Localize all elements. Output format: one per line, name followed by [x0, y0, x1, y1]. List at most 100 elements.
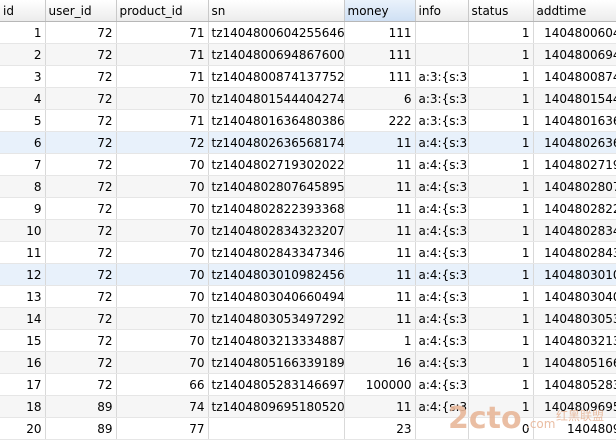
cell-product-id[interactable]: 70	[116, 263, 209, 286]
table-row[interactable]: 57271tz1404801636480386222a:3:{s:3:"1140…	[0, 109, 616, 132]
cell-user-id[interactable]: 72	[45, 65, 117, 88]
cell-addtime[interactable]: 1404805283	[533, 373, 616, 396]
cell-product-id[interactable]: 77	[116, 417, 209, 440]
column-header-addtime[interactable]: addtime	[533, 0, 616, 22]
table-row[interactable]: 77270tz140480271930202211a:4:{s:3:"11404…	[0, 153, 616, 176]
cell-status[interactable]: 1	[468, 65, 534, 88]
cell-user-id[interactable]: 72	[45, 87, 117, 110]
cell-addtime[interactable]: 1404809	[533, 417, 616, 440]
cell-info[interactable]: a:3:{s:3:"	[415, 109, 469, 132]
cell-status[interactable]: 1	[468, 21, 534, 44]
cell-product-id[interactable]: 66	[116, 373, 209, 396]
cell-sn[interactable]: tz1404801544404274	[208, 87, 345, 110]
cell-sn[interactable]	[208, 417, 345, 440]
cell-addtime[interactable]: 1404800694	[533, 43, 616, 66]
cell-sn[interactable]: tz1404803040660494	[208, 285, 345, 308]
table-row[interactable]: 147270tz140480305349729211a:4:{s:3:"1140…	[0, 307, 616, 330]
table-row[interactable]: 177266tz1404805283146697100000a:4:{s:3:"…	[0, 373, 616, 396]
cell-product-id[interactable]: 70	[116, 329, 209, 352]
cell-money[interactable]: 11	[344, 197, 416, 220]
table-row[interactable]: 87270tz140480280764589511a:4:{s:3:"11404…	[0, 175, 616, 198]
table-row[interactable]: 1 72 71 tz1404800604255646 111 1 1404800604	[0, 21, 616, 44]
cell-sn[interactable]: tz1404809695180520	[208, 395, 345, 418]
cell-user-id[interactable]: 72	[45, 109, 117, 132]
cell-user-id[interactable]: 72	[45, 285, 117, 308]
cell-user-id[interactable]: 72	[45, 175, 117, 198]
cell-info[interactable]: a:4:{s:3:"	[415, 329, 469, 352]
cell-user-id[interactable]: 72	[45, 153, 117, 176]
cell-addtime[interactable]: 1404803040	[533, 285, 616, 308]
cell-product-id[interactable]: 70	[116, 241, 209, 264]
cell-info[interactable]: a:4:{s:3:"	[415, 241, 469, 264]
cell-user-id[interactable]: 72	[45, 219, 117, 242]
cell-id[interactable]: 1	[0, 21, 46, 44]
cell-addtime[interactable]: 1404800874	[533, 65, 616, 88]
cell-id[interactable]: 13	[0, 285, 46, 308]
cell-addtime[interactable]: 1404803213	[533, 329, 616, 352]
cell-status[interactable]: 1	[468, 395, 534, 418]
table-row[interactable]: 37271tz1404800874137752111a:3:{s:3:"1140…	[0, 65, 616, 88]
cell-product-id[interactable]: 71	[116, 65, 209, 88]
cell-id[interactable]: 8	[0, 175, 46, 198]
cell-user-id[interactable]: 72	[45, 197, 117, 220]
cell-sn[interactable]: tz1404802719302022	[208, 153, 345, 176]
table-row[interactable]: 97270tz140480282239336811a:4:{s:3:"11404…	[0, 197, 616, 220]
cell-status[interactable]: 1	[468, 153, 534, 176]
column-header-product-id[interactable]: product_id	[116, 0, 209, 22]
cell-sn[interactable]: tz1404800874137752	[208, 65, 345, 88]
cell-info[interactable]: a:4:{s:3:"	[415, 131, 469, 154]
cell-sn[interactable]: tz1404803053497292	[208, 307, 345, 330]
cell-info[interactable]: a:4:{s:3:"	[415, 263, 469, 286]
cell-addtime[interactable]: 1404802843	[533, 241, 616, 264]
cell-id[interactable]: 15	[0, 329, 46, 352]
cell-info[interactable]	[415, 43, 469, 66]
cell-id[interactable]: 7	[0, 153, 46, 176]
cell-id[interactable]: 11	[0, 241, 46, 264]
cell-id[interactable]: 6	[0, 131, 46, 154]
cell-money[interactable]: 1	[344, 329, 416, 352]
cell-money[interactable]: 111	[344, 43, 416, 66]
cell-status[interactable]: 1	[468, 219, 534, 242]
cell-sn[interactable]: tz1404802843347346	[208, 241, 345, 264]
cell-info[interactable]: a:3:{s:3:"	[415, 65, 469, 88]
cell-product-id[interactable]: 71	[116, 21, 209, 44]
cell-user-id[interactable]: 72	[45, 263, 117, 286]
cell-sn[interactable]: tz1404802822393368	[208, 197, 345, 220]
cell-money[interactable]: 11	[344, 285, 416, 308]
cell-addtime[interactable]: 1404800604	[533, 21, 616, 44]
cell-sn[interactable]: tz1404800604255646	[208, 21, 345, 44]
cell-info[interactable]: a:4:{s:3:"	[415, 395, 469, 418]
cell-user-id[interactable]: 72	[45, 43, 117, 66]
cell-status[interactable]: 1	[468, 263, 534, 286]
cell-money[interactable]: 6	[344, 87, 416, 110]
table-row[interactable]: 188974tz140480969518052011a:4:{s:3:"1140…	[0, 395, 616, 418]
cell-id[interactable]: 4	[0, 87, 46, 110]
column-header-info[interactable]: info	[415, 0, 469, 22]
cell-money[interactable]: 11	[344, 175, 416, 198]
cell-money[interactable]: 11	[344, 263, 416, 286]
table-row[interactable]: 117270tz140480284334734611a:4:{s:3:"1140…	[0, 241, 616, 264]
cell-sn[interactable]: tz1404800694867600	[208, 43, 345, 66]
column-header-sn[interactable]: sn	[208, 0, 345, 22]
cell-product-id[interactable]: 70	[116, 285, 209, 308]
cell-addtime[interactable]: 1404802636	[533, 131, 616, 154]
cell-money[interactable]: 23	[344, 417, 416, 440]
cell-product-id[interactable]: 71	[116, 109, 209, 132]
cell-addtime[interactable]: 1404802719	[533, 153, 616, 176]
table-row[interactable]: 127270tz140480301098245611a:4:{s:3:"1140…	[0, 263, 616, 286]
cell-info[interactable]: a:4:{s:3:"	[415, 373, 469, 396]
cell-money[interactable]: 11	[344, 131, 416, 154]
cell-addtime[interactable]: 1404802822	[533, 197, 616, 220]
cell-status[interactable]: 1	[468, 87, 534, 110]
cell-sn[interactable]: tz1404803010982456	[208, 263, 345, 286]
table-row[interactable]: 137270tz140480304066049411a:4:{s:3:"1140…	[0, 285, 616, 308]
cell-id[interactable]: 9	[0, 197, 46, 220]
cell-status[interactable]: 1	[468, 175, 534, 198]
cell-status[interactable]: 1	[468, 329, 534, 352]
cell-money[interactable]: 111	[344, 21, 416, 44]
cell-product-id[interactable]: 70	[116, 87, 209, 110]
cell-info[interactable]: a:4:{s:3:"	[415, 351, 469, 374]
cell-info[interactable]	[415, 21, 469, 44]
table-row[interactable]: 20 89 77 23 0 1404809	[0, 417, 616, 440]
cell-user-id[interactable]: 72	[45, 131, 117, 154]
